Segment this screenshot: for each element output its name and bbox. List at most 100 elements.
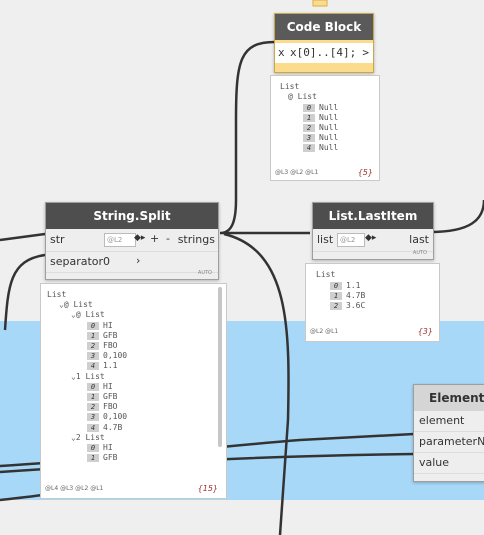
item-value: GFB bbox=[103, 392, 118, 401]
list-lastitem-preview-item: 2 3.6C bbox=[330, 301, 365, 310]
list-lastitem-title: List.LastItem bbox=[313, 203, 433, 229]
item-value: HI bbox=[103, 320, 113, 330]
string-split-preview-line: 3 0,100 bbox=[87, 412, 128, 422]
item-value: 4.7B bbox=[346, 291, 366, 300]
list-lastitem-preview-item: 1 4.7B bbox=[330, 291, 365, 300]
code-block-code[interactable]: x[0]..[4]; bbox=[290, 46, 356, 59]
wire-left-sep bbox=[3, 253, 46, 331]
codeblock-top-marker bbox=[312, 0, 328, 7]
element-node-title: Element. bbox=[414, 385, 484, 411]
code-block-output-port[interactable]: > bbox=[362, 46, 369, 59]
string-split-preview-line: 0 HI bbox=[87, 321, 113, 330]
item-value: Null bbox=[319, 133, 339, 142]
item-value: HI bbox=[103, 381, 113, 391]
string-split-preview-line: List bbox=[47, 290, 67, 299]
string-split-level-input[interactable]: @L2 bbox=[104, 233, 136, 247]
item-value: 4.7B bbox=[103, 422, 123, 432]
last-preview-levels: @L2 @L1 bbox=[310, 328, 339, 335]
item-value: 1.1 bbox=[346, 281, 361, 290]
code-block-title: Code Block bbox=[275, 14, 373, 40]
item-value: GFB bbox=[103, 330, 118, 340]
split-preview-count: {15} bbox=[197, 484, 218, 493]
code-block-preview-item: 4 Null bbox=[303, 143, 338, 152]
preview-header: List bbox=[280, 82, 300, 91]
list-lastitem-node[interactable]: List.LastItem list @L2 ◆▸ last AUTO bbox=[312, 202, 434, 260]
item-index: 2 bbox=[330, 302, 342, 310]
item-index: 2 bbox=[87, 403, 99, 412]
wire-left-str bbox=[0, 232, 46, 242]
preview-count: {5} bbox=[357, 168, 373, 177]
string-split-node[interactable]: String.Split str @L2 ◆▸ + - strings sepa… bbox=[45, 202, 219, 280]
string-split-title: String.Split bbox=[46, 203, 218, 229]
string-split-preview-line: 4 4.7B bbox=[87, 423, 122, 432]
last-output-port[interactable]: last bbox=[409, 233, 429, 246]
split-preview-levels: @L4 @L3 @L2 @L1 bbox=[45, 485, 104, 492]
item-index: 0 bbox=[330, 282, 342, 290]
item-index: 0 bbox=[87, 321, 99, 330]
string-split-preview-line: 4 1.1 bbox=[87, 361, 117, 371]
string-split-preview-line: 0 HI bbox=[87, 382, 113, 391]
string-split-preview-line: 3 0,100 bbox=[87, 351, 128, 361]
last-preview-header: List bbox=[316, 270, 336, 279]
preview-scrollbar[interactable] bbox=[218, 287, 222, 447]
string-split-preview-line: 1 GFB bbox=[87, 331, 117, 340]
item-value: HI bbox=[103, 443, 113, 452]
parameter-name-input-port[interactable]: parameterNam bbox=[419, 435, 484, 448]
string-split-preview-line: ⌄1 List bbox=[71, 371, 105, 381]
remove-input-button[interactable]: - bbox=[166, 232, 170, 245]
string-split-preview: List ⌄@ List ⌄@ List 0 HI 1 GFB 2 FBO 3 0,100 4 1.1 ⌄… bbox=[40, 283, 227, 499]
item-value: GFB bbox=[103, 453, 118, 463]
string-split-preview-line: ⌄@ List bbox=[71, 310, 105, 320]
level-toggle-icon[interactable]: ◆▸ bbox=[134, 233, 145, 243]
value-input-port[interactable]: value bbox=[419, 456, 449, 469]
string-split-auto-label: AUTO bbox=[197, 270, 212, 276]
separator-input-port[interactable]: separator0 bbox=[50, 255, 110, 268]
item-value: FBO bbox=[103, 341, 118, 350]
str-input-port[interactable]: str bbox=[50, 233, 65, 246]
item-value: Null bbox=[319, 103, 339, 112]
string-split-preview-line: 1 GFB bbox=[87, 392, 117, 401]
item-index: 0 bbox=[87, 382, 99, 391]
item-index: 4 bbox=[87, 362, 99, 371]
strings-output-port[interactable]: strings bbox=[178, 233, 215, 246]
string-split-preview-line: 1 GFB bbox=[87, 453, 118, 463]
code-block-preview: List @ List 0 Null 1 Null 2 Null 3 Null 4 Null @L… bbox=[270, 75, 380, 181]
item-index: 1 bbox=[87, 331, 99, 340]
item-value: Null bbox=[319, 143, 339, 152]
last-preview-count: {3} bbox=[417, 327, 433, 336]
item-index: 2 bbox=[87, 342, 99, 350]
string-split-preview-line: ⌄2 List bbox=[71, 432, 105, 442]
add-input-button[interactable]: + bbox=[150, 232, 159, 245]
code-block-node[interactable]: Code Block x x[0]..[4]; > bbox=[274, 13, 374, 73]
item-index: 0 bbox=[87, 444, 99, 452]
list-lastitem-level-input[interactable]: @L2 bbox=[337, 233, 365, 247]
list-level-toggle-icon[interactable]: ◆▸ bbox=[365, 233, 376, 243]
preview-levels: @L3 @L2 @L1 bbox=[275, 169, 319, 176]
item-index: 1 bbox=[303, 114, 315, 122]
code-block-input-port[interactable]: x bbox=[278, 46, 285, 59]
list-lastitem-preview-item: 0 1.1 bbox=[330, 281, 360, 290]
separator-arrow-icon[interactable]: › bbox=[136, 254, 140, 267]
string-split-preview-line: 2 FBO bbox=[87, 402, 118, 412]
item-value: Null bbox=[319, 123, 339, 132]
item-index: 3 bbox=[303, 134, 315, 142]
list-lastitem-auto-label: AUTO bbox=[412, 250, 427, 256]
wire-codeblock-in bbox=[221, 40, 276, 235]
item-index: 4 bbox=[87, 423, 99, 432]
element-node[interactable]: Element. element parameterNam value bbox=[413, 384, 484, 482]
element-input-port[interactable]: element bbox=[419, 414, 464, 427]
item-index: 1 bbox=[330, 292, 342, 300]
item-index: 3 bbox=[87, 352, 99, 361]
item-value: 0,100 bbox=[103, 412, 128, 422]
preview-sub: @ List bbox=[288, 92, 317, 101]
item-index: 4 bbox=[303, 144, 315, 152]
string-split-preview-line: ⌄@ List bbox=[59, 300, 93, 310]
code-block-preview-item: 2 Null bbox=[303, 123, 338, 132]
item-value: 0,100 bbox=[103, 351, 128, 361]
item-index: 0 bbox=[303, 104, 315, 112]
item-value: FBO bbox=[103, 402, 118, 412]
string-split-preview-line: 2 FBO bbox=[87, 341, 117, 350]
item-value: 3.6C bbox=[346, 301, 366, 310]
wire-split-down bbox=[223, 232, 290, 535]
list-input-port[interactable]: list bbox=[317, 233, 333, 246]
